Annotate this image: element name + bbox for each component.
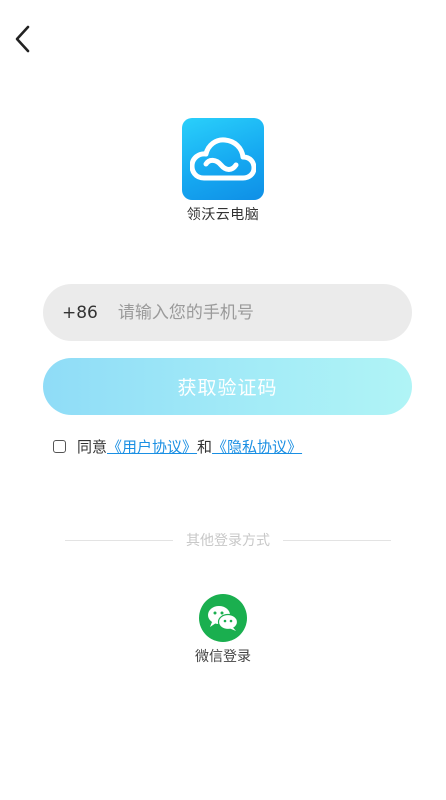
phone-input-row[interactable]: +86	[43, 284, 412, 341]
wechat-login[interactable]: 微信登录	[0, 594, 446, 666]
divider-text: 其他登录方式	[186, 533, 270, 549]
get-code-button[interactable]: 获取验证码	[43, 358, 412, 415]
divider-line-left	[65, 539, 173, 541]
agree-prefix: 同意	[77, 438, 108, 456]
phone-input[interactable]	[115, 301, 370, 324]
privacy-agreement-link[interactable]: 《隐私协议》	[212, 436, 302, 457]
wechat-icon	[208, 606, 239, 631]
cloud-logo-icon	[182, 118, 264, 200]
wechat-login-button[interactable]	[199, 594, 247, 642]
country-code[interactable]: +86	[62, 303, 98, 323]
agree-checkbox[interactable]	[53, 440, 66, 453]
back-button[interactable]	[8, 22, 38, 56]
agree-conjunction: 和	[197, 438, 213, 456]
app-branding: 领沃云电脑	[0, 118, 446, 224]
wechat-login-label[interactable]: 微信登录	[195, 646, 251, 666]
chevron-left-icon	[15, 25, 30, 53]
other-login-divider: 其他登录方式	[65, 530, 391, 550]
divider-line-right	[283, 539, 391, 541]
agreement-row: 同意 《用户协议》 和 《隐私协议》	[53, 436, 302, 457]
app-name: 领沃云电脑	[186, 207, 260, 223]
user-agreement-link[interactable]: 《用户协议》	[107, 436, 197, 457]
